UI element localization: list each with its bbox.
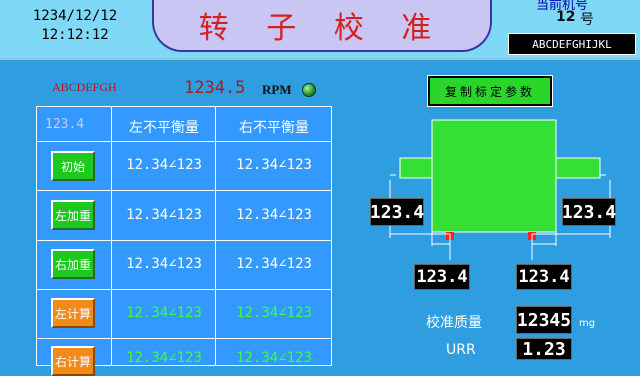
table-divider xyxy=(37,141,331,142)
machine-number-suffix: 号 xyxy=(580,12,594,28)
left-unbalance-value: 12.34∠123 xyxy=(126,350,202,366)
table-divider xyxy=(37,240,331,241)
table-divider xyxy=(37,338,331,339)
left-unbalance-value: 12.34∠123 xyxy=(126,305,202,321)
table-divider xyxy=(215,107,216,365)
right-unbalance-value: 12.34∠123 xyxy=(236,207,312,223)
right-unbalance-value: 12.34∠123 xyxy=(236,157,312,173)
right-add-weight-button[interactable]: 右加重 xyxy=(51,249,95,279)
calibration-mass-unit: mg xyxy=(579,318,596,329)
table-divider xyxy=(37,289,331,290)
machine-number: 12 xyxy=(556,9,576,25)
header-divider xyxy=(0,58,640,60)
calibration-mass-label: 校准质量 xyxy=(426,315,482,331)
rotor-body xyxy=(431,119,557,233)
time-display: 12:12:12 xyxy=(41,27,109,43)
right-unbalance-value: 12.34∠123 xyxy=(236,256,312,272)
date-display: 1234/12/12 xyxy=(32,8,118,24)
right-unbalance-value: 12.34∠123 xyxy=(236,305,312,321)
machine-code-display: ABCDEFGHIJKL xyxy=(508,33,636,55)
rpm-value: 1234.5 xyxy=(184,78,246,98)
left-unbalance-value: 12.34∠123 xyxy=(126,256,202,272)
table-divider xyxy=(111,107,112,365)
init-button[interactable]: 初始 xyxy=(51,151,95,181)
column-header-right: 右不平衡量 xyxy=(239,120,309,136)
right-calculate-button[interactable]: 右计算 xyxy=(51,346,95,376)
rpm-label: ABCDEFGH xyxy=(52,80,117,94)
left-distance-display: 123.4 xyxy=(370,198,424,226)
urr-label: URR xyxy=(446,342,476,358)
left-unbalance-value: 12.34∠123 xyxy=(126,157,202,173)
left-plane-distance-display: 123.4 xyxy=(414,264,470,290)
column-header-left: 左不平衡量 xyxy=(129,120,199,136)
table-divider xyxy=(37,190,331,191)
left-unbalance-value: 12.34∠123 xyxy=(126,207,202,223)
urr-display[interactable]: 1.23 xyxy=(516,338,572,360)
right-plane-distance-display: 123.4 xyxy=(516,264,572,290)
unbalance-table: 123.4 左不平衡量 右不平衡量 初始 12.34∠123 12.34∠123… xyxy=(36,106,332,376)
calibration-mass-display[interactable]: 12345 xyxy=(516,306,572,334)
rpm-unit: RPM xyxy=(262,82,292,97)
copy-calibration-button[interactable]: 复制标定参数 xyxy=(427,75,553,107)
right-unbalance-value: 12.34∠123 xyxy=(236,350,312,366)
title-banner: 转 子 校 准 xyxy=(152,0,492,52)
left-add-weight-button[interactable]: 左加重 xyxy=(51,200,95,230)
right-distance-display: 123.4 xyxy=(562,198,616,226)
left-calculate-button[interactable]: 左计算 xyxy=(51,298,95,328)
page-title: 转 子 校 准 xyxy=(198,11,446,46)
rotor-diagram xyxy=(389,119,611,260)
corner-value: 123.4 xyxy=(45,117,85,132)
status-led-icon xyxy=(302,83,316,97)
